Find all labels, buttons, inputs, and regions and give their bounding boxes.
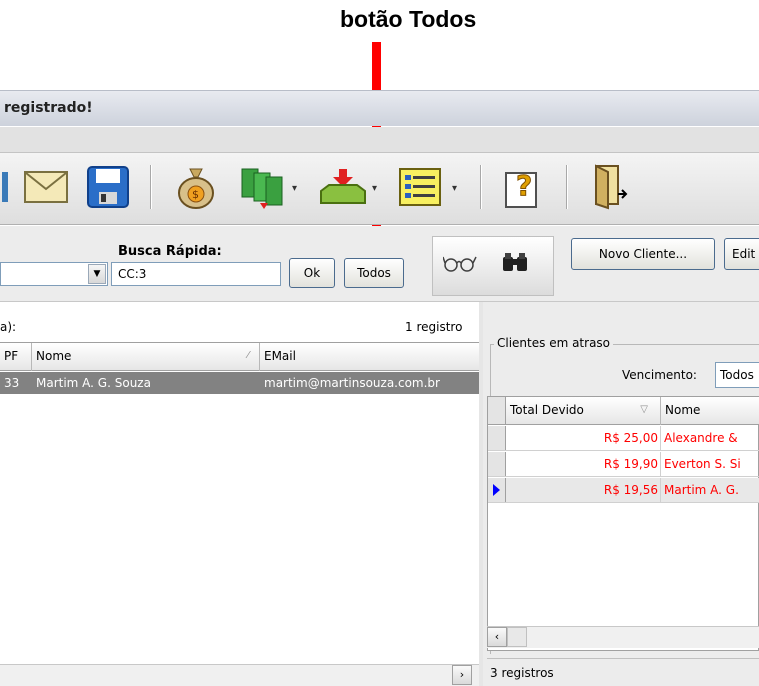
- column-header-nome-label: Nome: [36, 349, 72, 363]
- overdue-status-bar: 3 registros: [487, 658, 759, 686]
- cell-nome: Alexandre &: [664, 431, 738, 445]
- toolbar-separator: [480, 165, 482, 209]
- money-bag-icon[interactable]: $: [172, 165, 220, 209]
- binoculars-icon[interactable]: [501, 251, 529, 276]
- search-field-select[interactable]: ▼: [0, 262, 108, 286]
- mail-icon[interactable]: [22, 165, 70, 209]
- save-icon[interactable]: [84, 165, 132, 209]
- table-row[interactable]: 33 Martim A. G. Souza martim@martinsouza…: [0, 372, 479, 394]
- row-indicator: [488, 452, 506, 476]
- list-sheet-icon[interactable]: [396, 165, 444, 209]
- current-row-icon: [493, 484, 500, 496]
- inbox-dropdown-icon[interactable]: ▾: [372, 183, 377, 194]
- edit-button[interactable]: Edit: [724, 238, 759, 270]
- clients-grid: PF Nome ⁄ EMail 33 Martim A. G. Souza ma…: [0, 342, 479, 666]
- column-header-nome[interactable]: Nome ⁄: [32, 343, 260, 371]
- column-header-total-devido[interactable]: Total Devido ▽: [506, 397, 661, 425]
- scroll-left-icon[interactable]: ‹: [487, 627, 507, 647]
- cash-dropdown-icon[interactable]: ▾: [292, 183, 297, 194]
- overdue-group-title: Clientes em atraso: [494, 336, 614, 350]
- cell-nome: Everton S. Si: [664, 457, 741, 471]
- find-tools: [432, 236, 554, 296]
- partial-icon[interactable]: [0, 165, 10, 209]
- scroll-thumb[interactable]: [507, 627, 527, 647]
- vencimento-label: Vencimento:: [622, 368, 697, 382]
- cell-total-devido: R$ 19,90: [603, 457, 658, 471]
- clients-grid-header: PF Nome ⁄ EMail: [0, 343, 479, 371]
- toolbar-separator: [566, 165, 568, 209]
- clients-count: 1 registro: [405, 320, 463, 334]
- svg-text:$: $: [192, 188, 199, 201]
- help-icon[interactable]: ?: [500, 165, 548, 209]
- table-row[interactable]: R$ 19,90 Everton S. Si: [488, 452, 759, 477]
- sort-desc-icon: ▽: [640, 404, 648, 415]
- glasses-icon[interactable]: [442, 253, 477, 276]
- inbox-download-icon[interactable]: [318, 165, 368, 209]
- annotation-title: botão Todos: [340, 6, 477, 32]
- cell-email: martim@martinsouza.com.br: [264, 376, 440, 390]
- chevron-down-icon[interactable]: ▼: [88, 264, 106, 284]
- column-header-total-label: Total Devido: [510, 403, 584, 417]
- cell-total-devido: R$ 25,00: [603, 431, 658, 445]
- cash-stack-icon[interactable]: [238, 165, 290, 209]
- svg-text:?: ?: [516, 169, 532, 202]
- column-header-pf[interactable]: PF: [0, 343, 32, 371]
- list-dropdown-icon[interactable]: ▾: [452, 183, 457, 194]
- vencimento-select[interactable]: Todos: [715, 362, 759, 388]
- exit-door-icon[interactable]: [586, 164, 634, 210]
- row-indicator: [488, 426, 506, 450]
- todos-button[interactable]: Todos: [344, 258, 404, 288]
- ok-button[interactable]: Ok: [289, 258, 335, 288]
- window-titlebar: registrado!: [0, 90, 759, 126]
- overdue-grid: Total Devido ▽ Nome R$ 25,00 Alexandre &…: [487, 396, 759, 651]
- cell-nome: Martim A. G.: [664, 483, 739, 497]
- sort-icon: ⁄: [247, 350, 249, 361]
- table-row[interactable]: R$ 25,00 Alexandre &: [488, 426, 759, 451]
- clients-label: a):: [0, 320, 17, 334]
- clients-horizontal-scrollbar[interactable]: ›: [0, 664, 479, 686]
- overdue-horizontal-scrollbar[interactable]: ‹: [487, 626, 759, 648]
- column-header-nome[interactable]: Nome: [661, 397, 759, 425]
- overdue-grid-header: Total Devido ▽ Nome: [488, 397, 759, 425]
- busca-rapida-label: Busca Rápida:: [118, 244, 222, 259]
- busca-rapida-input[interactable]: [111, 262, 281, 286]
- scroll-right-icon[interactable]: ›: [452, 665, 472, 685]
- toolbar: $ ▾ ▾ ▾ ?: [0, 153, 759, 225]
- row-indicator-header: [488, 397, 506, 424]
- overdue-record-count: 3 registros: [490, 666, 554, 680]
- menu-bar: [0, 127, 759, 153]
- toolbar-separator: [150, 165, 152, 209]
- row-indicator: [488, 478, 506, 502]
- column-header-email[interactable]: EMail: [260, 343, 479, 371]
- table-row[interactable]: R$ 19,56 Martim A. G.: [488, 478, 759, 503]
- cell-pf: 33: [4, 376, 20, 390]
- cell-nome: Martim A. G. Souza: [36, 376, 151, 390]
- window-title: registrado!: [4, 100, 93, 116]
- novo-cliente-button[interactable]: Novo Cliente...: [571, 238, 715, 270]
- cell-total-devido: R$ 19,56: [603, 483, 658, 497]
